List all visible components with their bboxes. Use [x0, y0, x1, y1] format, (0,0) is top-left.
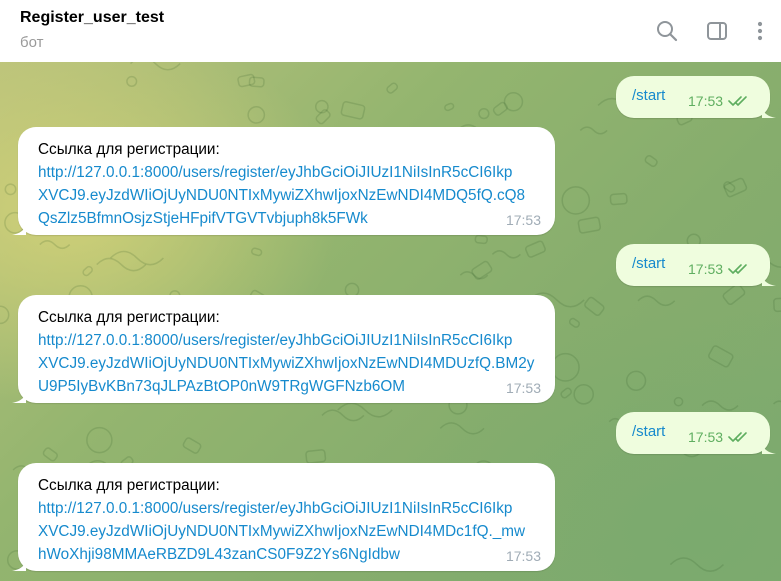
message-label: Ссылка для регистрации:	[38, 477, 220, 494]
bubble-tail	[762, 272, 776, 286]
registration-link[interactable]: QsZlz5BfmnOsjzStjeHFpifVTGVTvbjuph8k5FWk	[38, 207, 525, 230]
message-label: Ссылка для регистрации:	[38, 309, 220, 326]
message-text: /start	[632, 423, 666, 440]
read-checkmarks-icon	[728, 96, 747, 106]
bubble-tail	[12, 221, 26, 235]
chat-header: Register_user_test бот	[0, 0, 781, 62]
message-time: 17:53	[505, 380, 541, 396]
registration-link[interactable]: XVCJ9.eyJzdWIiOjUyNDU0NTIxMywiZXhwIjoxNz…	[38, 352, 534, 375]
message-time: 17:53	[688, 429, 724, 445]
message-body: Ссылка для регистрации: http://127.0.0.1:…	[38, 306, 534, 398]
message-time: 17:53	[688, 93, 724, 109]
chat-title[interactable]: Register_user_test	[20, 9, 164, 27]
sidebar-toggle-icon[interactable]	[705, 19, 729, 43]
incoming-message[interactable]: Ссылка для регистрации: http://127.0.0.1:…	[12, 295, 555, 403]
message-label: Ссылка для регистрации:	[38, 141, 220, 158]
more-vertical-icon[interactable]	[748, 19, 772, 43]
message-text: /start	[632, 87, 666, 104]
message-time: 17:53	[505, 212, 541, 228]
registration-link[interactable]: XVCJ9.eyJzdWIiOjUyNDU0NTIxMywiZXhwIjoxNz…	[38, 520, 525, 543]
incoming-message[interactable]: Ссылка для регистрации: http://127.0.0.1:…	[12, 127, 555, 235]
registration-link[interactable]: U9P5IyBvKBn73qJLPAzBtOP0nW9TRgWGFNzb6OM	[38, 375, 534, 398]
outgoing-message[interactable]: /start 17:53	[616, 76, 776, 118]
message-text: /start	[632, 255, 666, 272]
read-checkmarks-icon	[728, 432, 747, 442]
registration-link[interactable]: http://127.0.0.1:8000/users/register/eyJ…	[38, 161, 525, 184]
registration-link[interactable]: XVCJ9.eyJzdWIiOjUyNDU0NTIxMywiZXhwIjoxNz…	[38, 184, 525, 207]
bubble-tail	[12, 389, 26, 403]
message-time: 17:53	[688, 261, 724, 277]
chat-subtitle: бот	[20, 34, 44, 51]
outgoing-message[interactable]: /start 17:53	[616, 412, 776, 454]
incoming-message[interactable]: Ссылка для регистрации: http://127.0.0.1:…	[12, 463, 555, 571]
message-time: 17:53	[505, 548, 541, 564]
bubble-tail	[762, 104, 776, 118]
search-icon[interactable]	[655, 19, 679, 43]
registration-link[interactable]: http://127.0.0.1:8000/users/register/eyJ…	[38, 329, 534, 352]
bubble-tail	[12, 557, 26, 571]
message-body: Ссылка для регистрации: http://127.0.0.1:…	[38, 138, 525, 230]
message-body: Ссылка для регистрации: http://127.0.0.1:…	[38, 474, 525, 566]
outgoing-message[interactable]: /start 17:53	[616, 244, 776, 286]
registration-link[interactable]: http://127.0.0.1:8000/users/register/eyJ…	[38, 497, 525, 520]
read-checkmarks-icon	[728, 264, 747, 274]
registration-link[interactable]: hWoXhji98MMAeRBZD9L43zanCS0F9Z2Ys6NgIdbw	[38, 543, 525, 566]
bubble-tail	[762, 440, 776, 454]
